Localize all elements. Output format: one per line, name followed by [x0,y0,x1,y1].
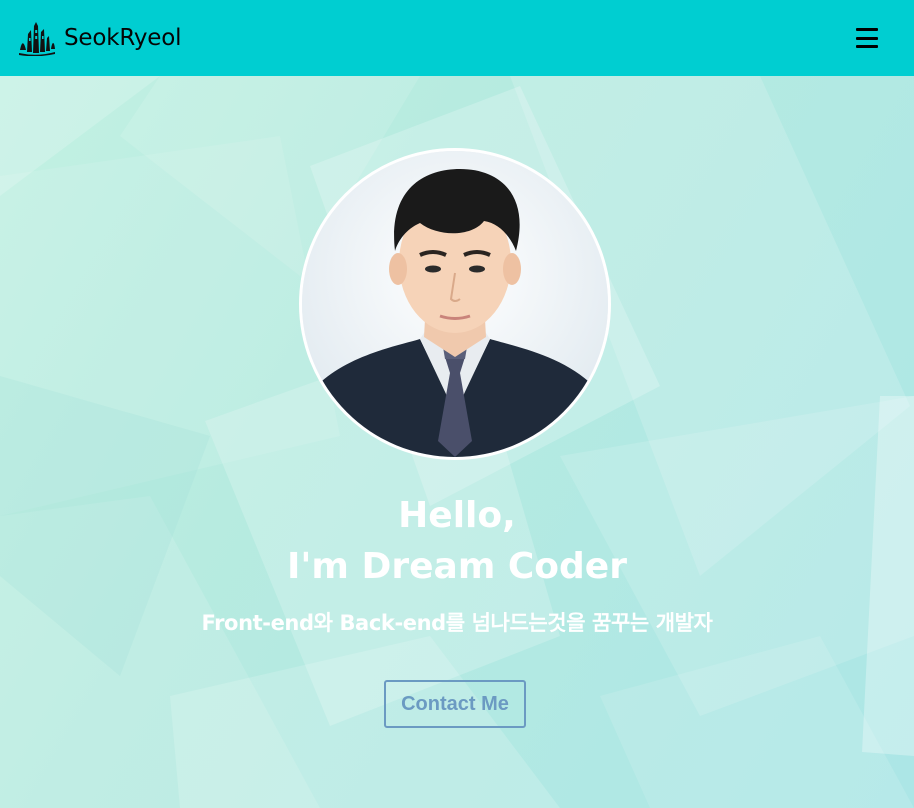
navbar-logo[interactable]: SeokRyeol [18,20,181,56]
navbar: SeokRyeol [0,0,914,76]
contact-me-button[interactable]: Contact Me [384,680,526,728]
home-description: Front-end와 Back-end를 넘나드는것을 꿈꾸는 개발자 [201,611,713,635]
home-section: Hello, I'm Dream Coder Front-end와 Back-e… [0,76,914,808]
home-title: Hello, I'm Dream Coder [0,490,914,592]
city-skyline-logo-icon [19,22,55,56]
profile-photo-image [302,151,608,457]
profile-avatar [299,148,611,460]
home-title-greeting: Hello, [398,495,516,536]
hamburger-menu-icon-bar [856,28,878,31]
hamburger-menu-icon-bar [856,45,878,48]
logo-text: SeokRyeol [64,25,182,51]
home-content: Hello, I'm Dream Coder Front-end와 Back-e… [0,76,914,808]
hamburger-menu-button[interactable] [856,20,878,56]
home-title-name: I'm Dream Coder [287,546,627,587]
hamburger-menu-icon-bar [856,36,878,40]
